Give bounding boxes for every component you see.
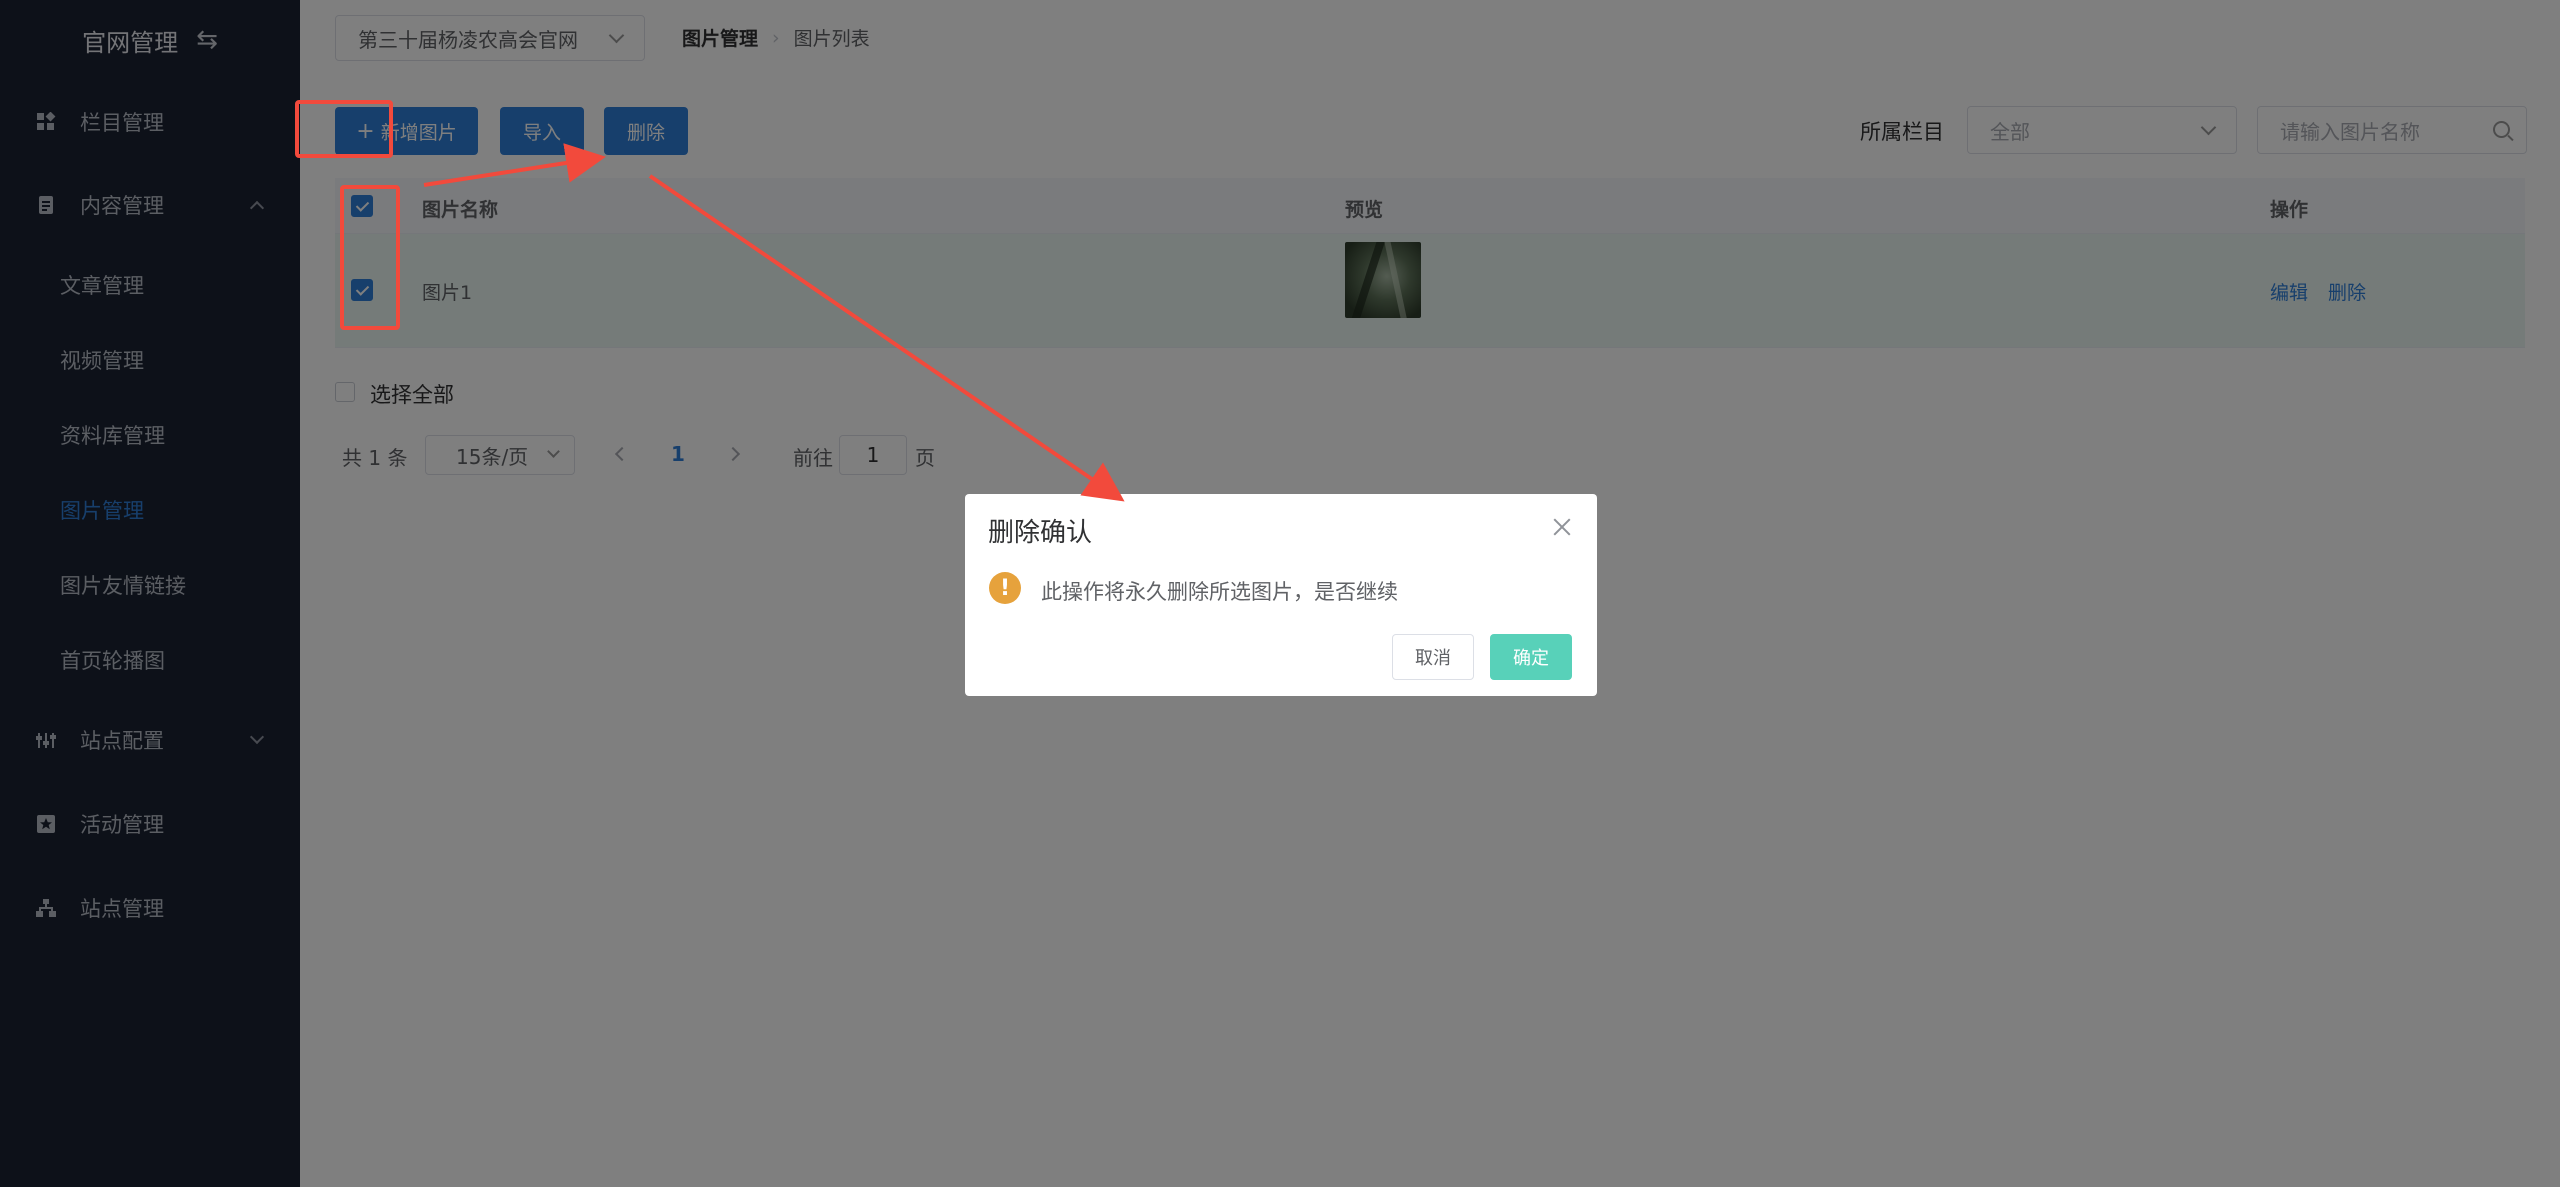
delete-confirm-dialog: 删除确认 ! 此操作将永久删除所选图片，是否继续 取消 确定 <box>965 494 1597 696</box>
cancel-button[interactable]: 取消 <box>1392 634 1474 680</box>
close-icon[interactable] <box>1551 516 1573 538</box>
dialog-title: 删除确认 <box>988 518 1093 548</box>
dialog-message: 此操作将永久删除所选图片，是否继续 <box>1041 580 1398 604</box>
annotation-box-checkboxes <box>340 185 400 330</box>
confirm-button[interactable]: 确定 <box>1490 634 1572 680</box>
annotation-box-delete <box>295 100 393 158</box>
warning-icon: ! <box>989 572 1021 604</box>
